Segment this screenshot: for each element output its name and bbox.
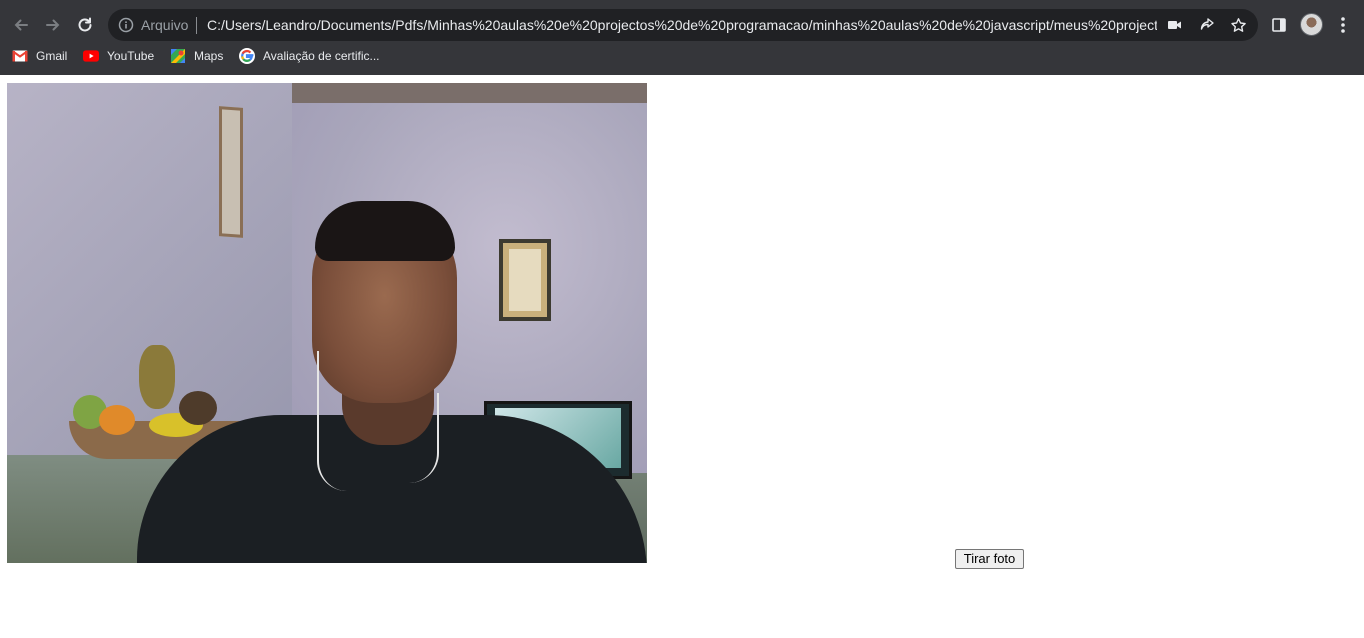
menu-kebab-icon[interactable]	[1332, 14, 1354, 36]
camera-in-use-icon[interactable]	[1166, 16, 1184, 34]
back-button[interactable]	[8, 12, 34, 38]
bookmark-label: Maps	[194, 49, 224, 63]
bookmark-maps[interactable]: Maps	[170, 44, 223, 68]
reload-icon	[78, 17, 92, 32]
take-photo-button[interactable]: Tirar foto	[955, 549, 1024, 569]
profile-avatar[interactable]	[1300, 13, 1323, 36]
bookmark-star-icon[interactable]	[1229, 16, 1247, 34]
url-text[interactable]: C:/Users/Leandro/Documents/Pdfs/Minhas%2…	[207, 16, 1157, 34]
maps-icon	[170, 48, 186, 64]
forward-arrow-icon	[46, 19, 60, 31]
bookmark-avaliacao[interactable]: Avaliação de certific...	[239, 44, 380, 68]
bookmarks-bar: Gmail YouTube Maps Avaliação de certific…	[0, 44, 1364, 68]
scheme-label: Arquivo	[141, 17, 189, 33]
google-icon	[239, 48, 255, 64]
video-fruit	[99, 405, 135, 435]
page-content: Tirar foto	[0, 75, 1364, 638]
bookmark-youtube[interactable]: YouTube	[83, 44, 154, 68]
browser-chrome: Arquivo C:/Users/Leandro/Documents/Pdfs/…	[0, 0, 1364, 75]
browser-toolbar: Arquivo C:/Users/Leandro/Documents/Pdfs/…	[0, 8, 1364, 42]
omnibox-divider	[196, 17, 197, 34]
back-arrow-icon	[14, 19, 28, 31]
video-picture-frame	[499, 239, 551, 321]
forward-button[interactable]	[40, 12, 66, 38]
bookmark-gmail[interactable]: Gmail	[12, 44, 67, 68]
info-icon[interactable]	[118, 17, 134, 33]
bookmark-label: YouTube	[107, 49, 155, 63]
video-ceiling-beam	[292, 83, 647, 103]
video-wall-frame	[219, 106, 243, 238]
webcam-video[interactable]	[7, 83, 647, 563]
share-icon[interactable]	[1198, 16, 1216, 34]
address-bar[interactable]: Arquivo C:/Users/Leandro/Documents/Pdfs/…	[108, 9, 1258, 41]
bookmark-label: Avaliação de certific...	[263, 49, 380, 63]
video-person-hair	[315, 201, 455, 261]
reload-button[interactable]	[72, 12, 98, 38]
gmail-icon	[12, 48, 28, 64]
bookmark-label: Gmail	[36, 49, 68, 63]
video-fruit	[179, 391, 217, 425]
video-wall-left	[7, 83, 292, 473]
video-pineapple	[139, 345, 175, 409]
side-panel-icon[interactable]	[1268, 14, 1290, 36]
youtube-icon	[83, 48, 99, 64]
video-earbud-wire	[399, 393, 439, 483]
video-earbud-wire	[317, 351, 357, 491]
